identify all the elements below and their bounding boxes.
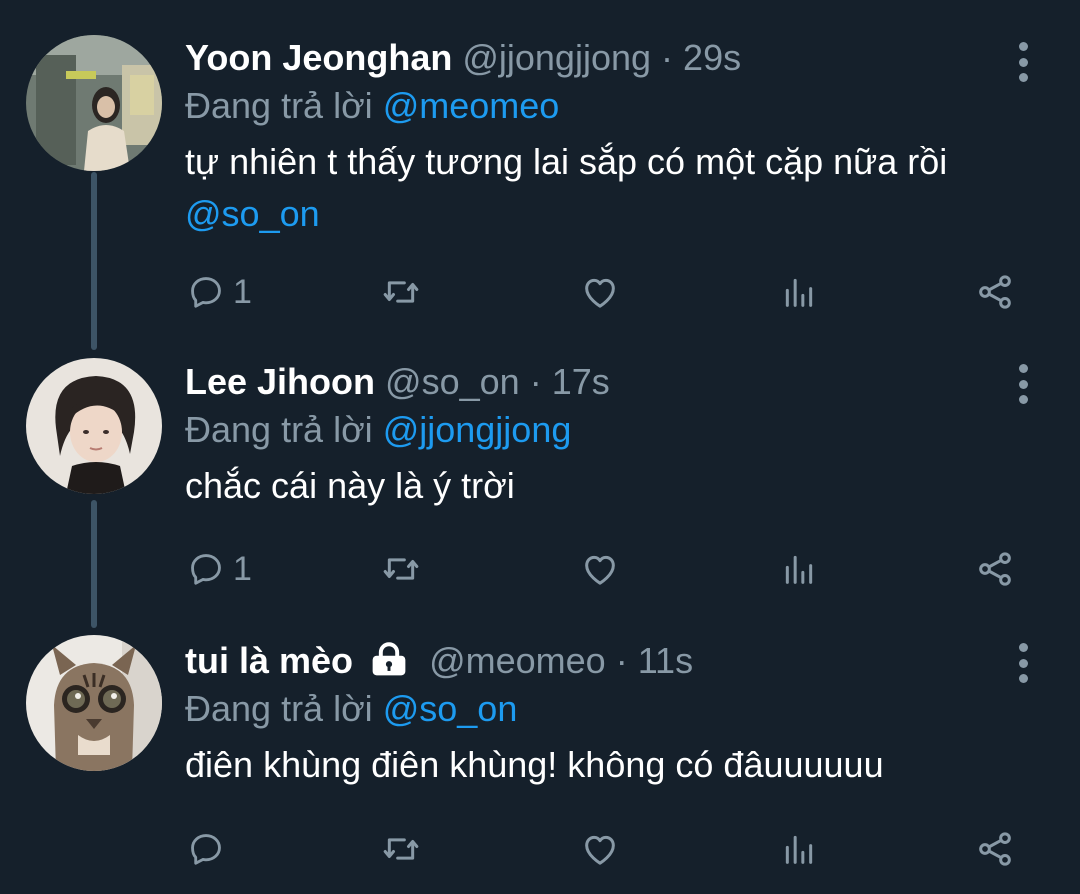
share-button[interactable] bbox=[975, 268, 1015, 316]
display-name[interactable]: Yoon Jeonghan bbox=[185, 37, 452, 78]
tweet-text: tự nhiên t thấy tương lai sắp có một cặp… bbox=[185, 136, 1040, 240]
separator-dot: · bbox=[529, 361, 542, 402]
separator-dot: · bbox=[615, 640, 628, 681]
tweet[interactable]: Yoon Jeonghan @jjongjjong · 29s Đang trả… bbox=[0, 0, 1080, 340]
lock-icon bbox=[372, 642, 406, 676]
reply-icon bbox=[191, 277, 221, 308]
tweet-header: tui là mèo @meomeo · 11s bbox=[185, 637, 1040, 685]
tweet-text-content: chắc cái này là ý trời bbox=[185, 465, 515, 506]
replying-to: Đang trả lời @jjongjjong bbox=[185, 406, 1040, 454]
tweet-text: chắc cái này là ý trời bbox=[185, 460, 1040, 512]
avatar[interactable] bbox=[26, 358, 162, 494]
share-icon bbox=[979, 552, 1011, 586]
analytics-icon bbox=[785, 835, 813, 864]
replying-to-mention[interactable]: @so_on bbox=[383, 688, 518, 729]
timestamp[interactable]: 29s bbox=[683, 37, 741, 78]
like-button[interactable] bbox=[580, 268, 620, 316]
tweet-text-content: tự nhiên t thấy tương lai sắp có một cặp… bbox=[185, 141, 948, 182]
reply-button[interactable] bbox=[187, 825, 233, 873]
reply-icon bbox=[191, 834, 221, 865]
share-icon bbox=[979, 275, 1011, 309]
retweet-icon bbox=[383, 838, 419, 860]
timestamp[interactable]: 11s bbox=[638, 640, 693, 681]
retweet-button[interactable] bbox=[381, 268, 421, 316]
analytics-icon bbox=[785, 555, 813, 584]
replying-to-mention[interactable]: @jjongjjong bbox=[383, 409, 572, 450]
like-icon bbox=[585, 278, 615, 308]
replying-to-label: Đang trả lời bbox=[185, 688, 373, 729]
analytics-icon bbox=[785, 278, 813, 307]
tweet-header: Yoon Jeonghan @jjongjjong · 29s bbox=[185, 34, 1040, 82]
replying-to-label: Đang trả lời bbox=[185, 85, 373, 126]
like-icon bbox=[585, 555, 615, 585]
share-button[interactable] bbox=[975, 825, 1015, 873]
tweet-actions bbox=[185, 825, 1045, 873]
user-handle[interactable]: @so_on bbox=[385, 361, 520, 402]
analytics-button[interactable] bbox=[779, 825, 819, 873]
retweet-button[interactable] bbox=[381, 545, 421, 593]
replying-to: Đang trả lời @meomeo bbox=[185, 82, 1040, 130]
tweet-text-mention[interactable]: @so_on bbox=[185, 193, 320, 234]
tweet[interactable]: Lee Jihoon @so_on · 17s Đang trả lời @jj… bbox=[0, 340, 1080, 625]
like-button[interactable] bbox=[580, 825, 620, 873]
more-options-button[interactable] bbox=[1008, 362, 1038, 406]
tweet-text-content: điên khùng điên khùng! không có đâuuuuuu bbox=[185, 744, 884, 785]
display-name[interactable]: Lee Jihoon bbox=[185, 361, 375, 402]
user-handle[interactable]: @jjongjjong bbox=[462, 37, 651, 78]
reply-button[interactable]: 1 bbox=[187, 545, 252, 593]
tweet-actions: 1 bbox=[185, 545, 1045, 593]
more-options-button[interactable] bbox=[1008, 641, 1038, 685]
replying-to-label: Đang trả lời bbox=[185, 409, 373, 450]
reply-count: 1 bbox=[233, 549, 252, 588]
avatar[interactable] bbox=[26, 35, 162, 171]
like-icon bbox=[585, 835, 615, 865]
display-name[interactable]: tui là mèo bbox=[185, 640, 353, 681]
tweet[interactable]: tui là mèo @meomeo · 11s Đang trả lời @s… bbox=[0, 625, 1080, 894]
tweet-actions: 1 bbox=[185, 268, 1045, 316]
replying-to: Đang trả lời @so_on bbox=[185, 685, 1040, 733]
reply-button[interactable]: 1 bbox=[187, 268, 252, 316]
tweet-text: điên khùng điên khùng! không có đâuuuuuu bbox=[185, 739, 1040, 791]
reply-icon bbox=[191, 554, 221, 585]
timestamp[interactable]: 17s bbox=[552, 361, 610, 402]
share-button[interactable] bbox=[975, 545, 1015, 593]
retweet-icon bbox=[383, 281, 419, 303]
share-icon bbox=[979, 832, 1011, 866]
user-handle[interactable]: @meomeo bbox=[429, 640, 606, 681]
more-options-button[interactable] bbox=[1008, 40, 1038, 84]
retweet-icon bbox=[383, 558, 419, 580]
reply-count: 1 bbox=[233, 272, 252, 311]
separator-dot: · bbox=[661, 37, 674, 78]
analytics-button[interactable] bbox=[779, 545, 819, 593]
analytics-button[interactable] bbox=[779, 268, 819, 316]
avatar[interactable] bbox=[26, 635, 162, 771]
tweet-header: Lee Jihoon @so_on · 17s bbox=[185, 358, 1040, 406]
like-button[interactable] bbox=[580, 545, 620, 593]
replying-to-mention[interactable]: @meomeo bbox=[383, 85, 560, 126]
retweet-button[interactable] bbox=[381, 825, 421, 873]
